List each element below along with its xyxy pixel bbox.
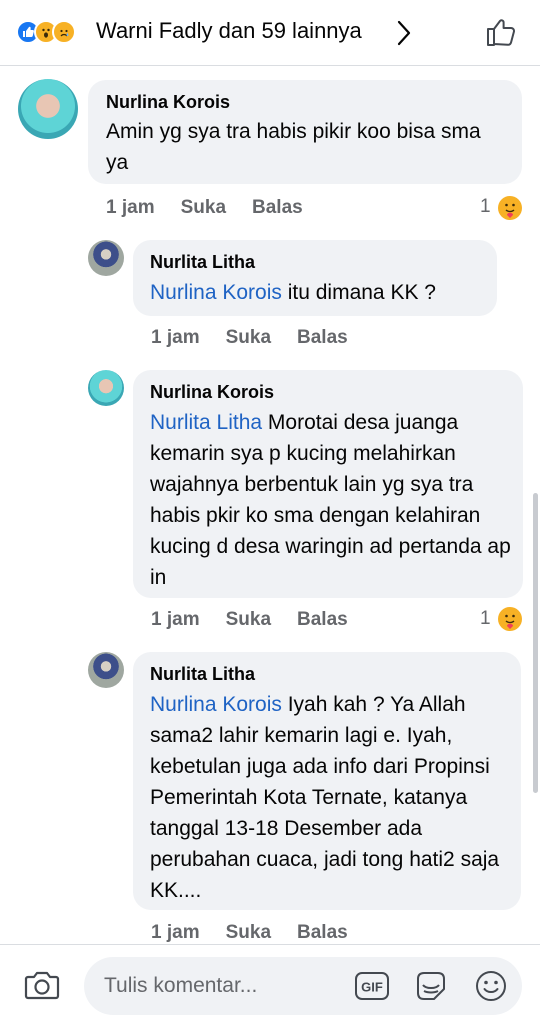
comment-text: Nurlina Korois Iyah kah ? Ya Allah sama2…: [150, 689, 510, 906]
comment-meta: 1 jam Suka Balas: [151, 609, 374, 631]
comment-meta: 1 jam Suka Balas: [151, 922, 374, 944]
mention-link[interactable]: Nurlina Korois: [150, 281, 282, 304]
comment-body: Iyah kah ? Ya Allah sama2 lahir kemarin …: [150, 693, 500, 902]
comment-text: Nurlina Korois itu dimana KK ?: [150, 277, 490, 308]
comment-input[interactable]: Tulis komentar... GIF: [84, 957, 522, 1015]
mention-link[interactable]: Nurlina Korois: [150, 693, 282, 716]
like-comment-button[interactable]: Suka: [226, 922, 271, 943]
comment-author[interactable]: Nurlina Korois: [106, 92, 230, 113]
reply-button[interactable]: Balas: [297, 327, 348, 348]
mention-link[interactable]: Nurlita Litha: [150, 411, 262, 434]
comment-text: Nurlita Litha Morotai desa juanga kemari…: [150, 407, 512, 593]
comment-placeholder: Tulis komentar...: [104, 974, 258, 997]
thumbs-up-icon[interactable]: [486, 17, 518, 47]
comment-meta: 1 jam Suka Balas: [151, 327, 374, 349]
comment-time[interactable]: 1 jam: [151, 922, 200, 943]
smiley-icon[interactable]: [474, 969, 508, 1003]
comment-author[interactable]: Nurlina Korois: [150, 382, 274, 403]
comment-author[interactable]: Nurlita Litha: [150, 252, 255, 273]
like-comment-button[interactable]: Suka: [226, 327, 271, 348]
scrollbar[interactable]: [533, 493, 538, 793]
care-reaction-icon: [498, 196, 522, 220]
comment-time[interactable]: 1 jam: [106, 197, 155, 218]
camera-icon[interactable]: [24, 969, 60, 1001]
reaction-count[interactable]: 1: [480, 608, 491, 630]
comment-author[interactable]: Nurlita Litha: [150, 664, 255, 685]
comment-time[interactable]: 1 jam: [151, 327, 200, 348]
comment-bubble[interactable]: Nurlita Litha Nurlina Korois itu dimana …: [133, 240, 497, 316]
comment-body: Morotai desa juanga kemarin sya p kucing…: [150, 411, 511, 589]
reactors-summary[interactable]: Warni Fadly dan 59 lainnya: [96, 18, 362, 44]
avatar[interactable]: [18, 79, 78, 139]
gif-label: GIF: [361, 980, 383, 995]
like-comment-button[interactable]: Suka: [181, 197, 226, 218]
avatar[interactable]: [88, 240, 124, 276]
comment-body: Amin yg sya tra habis pikir koo bisa sma…: [106, 120, 481, 174]
comment-composer: Tulis komentar... GIF: [0, 944, 540, 1025]
gif-icon[interactable]: GIF: [354, 971, 390, 1001]
comment-meta: 1 jam Suka Balas: [106, 197, 329, 219]
sticker-icon[interactable]: [414, 969, 448, 1003]
chevron-right-icon[interactable]: [396, 20, 412, 46]
reply-button[interactable]: Balas: [297, 609, 348, 630]
sad-icon: [52, 20, 76, 44]
comment-bubble[interactable]: Nurlina Korois Nurlita Litha Morotai des…: [133, 370, 523, 598]
comment-body: itu dimana KK ?: [281, 281, 436, 304]
comment-text: Amin yg sya tra habis pikir koo bisa sma…: [106, 116, 506, 178]
like-comment-button[interactable]: Suka: [226, 609, 271, 630]
reactions-header[interactable]: Warni Fadly dan 59 lainnya: [0, 0, 540, 66]
comment-bubble[interactable]: Nurlita Litha Nurlina Korois Iyah kah ? …: [133, 652, 521, 910]
comment-bubble[interactable]: Nurlina Korois Amin yg sya tra habis pik…: [88, 80, 522, 184]
reply-button[interactable]: Balas: [297, 922, 348, 943]
reply-button[interactable]: Balas: [252, 197, 303, 218]
avatar[interactable]: [88, 652, 124, 688]
reaction-count[interactable]: 1: [480, 196, 491, 218]
avatar[interactable]: [88, 370, 124, 406]
comment-time[interactable]: 1 jam: [151, 609, 200, 630]
care-reaction-icon: [498, 607, 522, 631]
